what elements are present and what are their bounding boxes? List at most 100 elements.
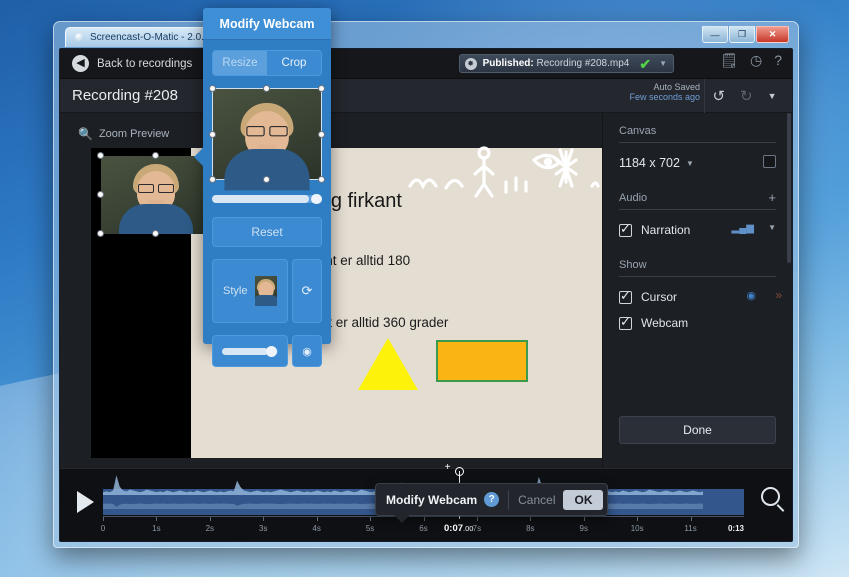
opacity-slider-knob[interactable] xyxy=(265,345,277,357)
show-section-header: Show xyxy=(619,259,776,277)
webcam-preview[interactable] xyxy=(209,85,325,191)
narration-checkbox[interactable] xyxy=(619,221,632,237)
add-audio-button[interactable]: + xyxy=(768,190,776,205)
editor-body: 🔍 Zoom Preview ▯ xyxy=(60,113,792,468)
size-slider-fill xyxy=(212,195,309,203)
style-thumbnail[interactable] xyxy=(255,276,278,306)
undo-redo-group: ↺ ↻ ▼ xyxy=(704,79,784,113)
webcam-row[interactable]: Webcam xyxy=(619,312,776,334)
tab-crop[interactable]: Crop xyxy=(267,51,321,75)
back-to-recordings-button[interactable]: ◀ Back to recordings xyxy=(60,55,192,72)
time-tick-label: 3s xyxy=(259,524,268,533)
style-refresh-button[interactable]: ⟳ xyxy=(292,259,322,323)
handle-bottom-center[interactable] xyxy=(152,230,159,237)
handle-top-right[interactable] xyxy=(318,85,325,92)
person-glasses xyxy=(138,184,174,193)
window-title: Screencast-O-Matic - 2.0.0 xyxy=(90,31,210,43)
time-tick-label: 5s xyxy=(365,524,375,533)
reset-button[interactable]: Reset xyxy=(212,217,322,247)
size-slider-knob[interactable] xyxy=(311,194,322,204)
timeline-zoom-icon[interactable] xyxy=(761,487,780,506)
time-tick-label: 4s xyxy=(312,524,321,533)
cursor-icon[interactable]: ◉ xyxy=(746,289,756,302)
handle-middle-right[interactable] xyxy=(318,131,325,138)
webcam-checkbox[interactable] xyxy=(619,314,632,330)
top-toolbar-icons: 🗒 ◷ ? xyxy=(720,53,782,67)
modify-webcam-confirm-dialog: Modify Webcam ? Cancel OK xyxy=(375,483,609,523)
chevron-down-icon[interactable]: ▼ xyxy=(768,223,776,232)
chevron-down-icon[interactable]: ▼ xyxy=(768,91,777,101)
play-icon[interactable] xyxy=(77,491,94,513)
undo-button[interactable]: ↺ xyxy=(712,87,725,105)
canvas-size-value: 1184 x 702 xyxy=(619,156,680,170)
chevron-down-icon[interactable]: ▼ xyxy=(659,59,667,68)
autosave-label: Auto Saved xyxy=(653,82,700,92)
handle-bottom-center[interactable] xyxy=(263,176,270,183)
help-icon[interactable]: ? xyxy=(484,492,500,507)
redo-button[interactable]: ↻ xyxy=(740,87,753,105)
handle-middle-left[interactable] xyxy=(97,191,104,198)
handle-bottom-left[interactable] xyxy=(97,230,104,237)
narration-label: Narration xyxy=(641,223,691,237)
audio-section-header: Audio + xyxy=(619,190,776,210)
time-tick xyxy=(690,517,692,521)
cursor-expand-icon[interactable]: » xyxy=(775,288,782,302)
canvas-section-header: Canvas xyxy=(619,125,776,143)
close-button[interactable]: ✕ xyxy=(756,26,789,43)
add-marker-icon[interactable]: + xyxy=(445,462,451,473)
handle-top-left[interactable] xyxy=(209,85,216,92)
minimize-button[interactable]: — xyxy=(702,26,728,43)
published-label: Published: Recording #208.mp4 xyxy=(483,58,630,69)
published-status-pill[interactable]: ✸ Published: Recording #208.mp4 ✔ ▼ xyxy=(458,54,674,73)
webcam-overlay[interactable] xyxy=(101,156,211,234)
dialog-title: Modify Webcam xyxy=(386,492,478,507)
window-controls: — ❐ ✕ xyxy=(702,26,789,43)
cursor-label: Cursor xyxy=(641,290,678,304)
magnifier-icon: 🔍 xyxy=(78,127,93,141)
sidebar-scrollbar[interactable] xyxy=(787,113,791,263)
triangle-shape xyxy=(358,338,418,390)
handle-bottom-right[interactable] xyxy=(318,176,325,183)
time-tick-label: 9s xyxy=(579,524,588,533)
cancel-button[interactable]: Cancel xyxy=(518,493,555,507)
handle-top-center[interactable] xyxy=(263,85,270,92)
autosave-time: Few seconds ago xyxy=(629,92,700,103)
style-selector[interactable]: Style xyxy=(212,259,288,323)
autosave-status: Auto Saved Few seconds ago xyxy=(629,82,700,103)
handle-top-left[interactable] xyxy=(97,152,104,159)
handle-middle-left[interactable] xyxy=(209,131,216,138)
done-button[interactable]: Done xyxy=(619,416,776,444)
handwritten-doodle xyxy=(408,146,600,198)
current-time-value: 0:07 xyxy=(444,523,464,534)
maximize-button[interactable]: ❐ xyxy=(729,26,755,43)
opacity-group: ◉ xyxy=(212,335,322,367)
time-tick xyxy=(637,517,639,521)
history-icon[interactable]: ◷ xyxy=(750,53,762,67)
opacity-eye-button[interactable]: ◉ xyxy=(292,335,322,367)
help-icon[interactable]: ? xyxy=(774,53,782,67)
time-tick-label: 6s xyxy=(419,524,428,533)
export-icon[interactable]: 🗒 xyxy=(720,53,738,67)
playhead-knob[interactable] xyxy=(454,467,464,476)
time-tick xyxy=(209,517,211,521)
opacity-slider[interactable] xyxy=(222,345,278,357)
chevron-down-icon[interactable]: ▼ xyxy=(686,159,694,168)
published-filename: Recording #208.mp4 xyxy=(536,58,630,69)
size-slider[interactable] xyxy=(212,194,322,204)
narration-row[interactable]: Narration ▂▄▆ ▼ xyxy=(619,219,776,241)
opacity-slider-wrap[interactable] xyxy=(212,335,288,367)
cursor-row[interactable]: Cursor ◉ » xyxy=(619,286,782,308)
canvas-size-row[interactable]: 1184 x 702 ▼ xyxy=(619,152,776,174)
handle-bottom-left[interactable] xyxy=(209,176,216,183)
time-tick xyxy=(156,517,158,521)
time-tick xyxy=(530,517,532,521)
levels-icon[interactable]: ▂▄▆ xyxy=(732,223,754,234)
ok-button[interactable]: OK xyxy=(563,489,604,510)
handle-top-center[interactable] xyxy=(152,152,159,159)
tab-resize[interactable]: Resize xyxy=(213,51,267,75)
published-check-icon: ✔ xyxy=(639,55,652,72)
canvas-color-swatch[interactable] xyxy=(763,155,776,168)
cursor-checkbox[interactable] xyxy=(619,288,632,304)
back-to-recordings-label: Back to recordings xyxy=(97,57,193,70)
